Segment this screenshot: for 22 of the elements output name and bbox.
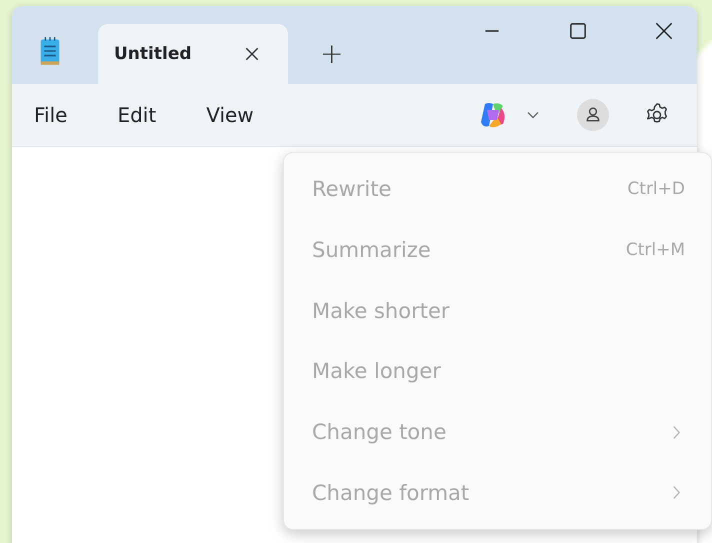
chevron-right-icon: [672, 424, 681, 440]
chevron-down-icon[interactable]: [527, 111, 539, 119]
close-tab-icon[interactable]: [244, 46, 260, 62]
menu-item[interactable]: Edit: [105, 97, 168, 133]
option-label: Rewrite: [312, 177, 392, 202]
close-icon[interactable]: [653, 20, 675, 42]
option-label: Change format: [312, 480, 470, 505]
option-label: Make longer: [312, 359, 442, 384]
option-label: Make shorter: [312, 298, 451, 323]
menu-item[interactable]: View: [194, 97, 266, 133]
option-label: Summarize: [312, 238, 432, 262]
notepad-icon[interactable]: [38, 36, 62, 66]
shortcut-text: Ctrl+D: [627, 179, 685, 200]
document-tab[interactable]: Untitled: [98, 24, 288, 84]
new-tab-button[interactable]: +: [312, 37, 352, 70]
account-icon[interactable]: [577, 99, 609, 131]
chevron-right-icon: [672, 485, 681, 500]
shortcut-text: Ctrl+M: [626, 240, 685, 260]
maximize-icon[interactable]: [567, 20, 589, 42]
tab-title: Untitled: [114, 44, 193, 64]
option-label: Change tone: [312, 420, 448, 444]
menu-item[interactable]: File: [22, 97, 80, 133]
